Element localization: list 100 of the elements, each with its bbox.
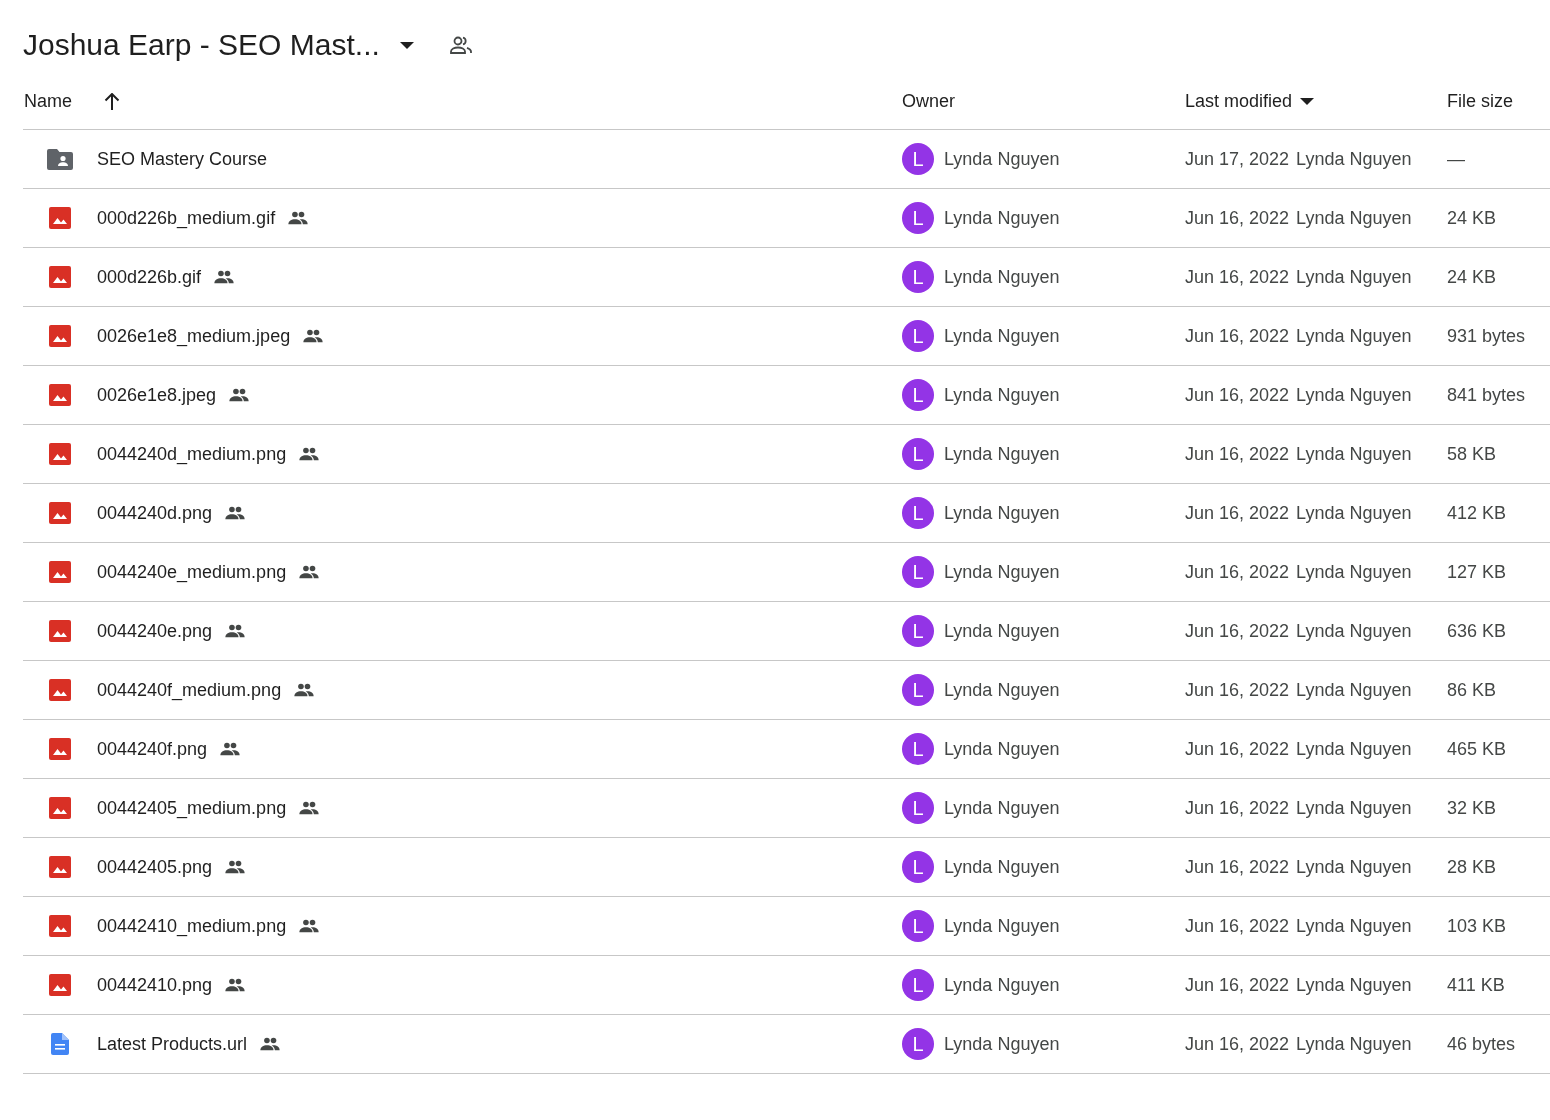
modified-date: Jun 17, 2022 <box>1185 147 1290 171</box>
owner-avatar: L <box>902 792 934 824</box>
owner-name: Lynda Nguyen <box>944 973 1060 997</box>
modified-by: Lynda Nguyen <box>1296 737 1412 761</box>
image-file-icon <box>49 502 71 524</box>
file-size: 841 bytes <box>1447 384 1526 405</box>
modified-date: Jun 16, 2022 <box>1185 265 1290 289</box>
caret-icon[interactable] <box>1300 98 1315 105</box>
modified-by: Lynda Nguyen <box>1296 324 1412 348</box>
file-size: — <box>1447 148 1465 169</box>
modified-date: Jun 16, 2022 <box>1185 1032 1290 1056</box>
image-file-icon <box>49 561 71 583</box>
folder-title: Joshua Earp - SEO Mast... <box>23 30 380 60</box>
column-header[interactable]: Last modified <box>1185 88 1293 115</box>
document-icon <box>51 1033 69 1055</box>
file-name[interactable]: Latest Products.url <box>97 1030 248 1058</box>
file-name[interactable]: 00442405.png <box>97 853 213 881</box>
owner-avatar: L <box>902 320 934 352</box>
file-name[interactable]: 000d226b.gif <box>97 263 202 291</box>
file-name[interactable]: 00442410.png <box>97 971 213 999</box>
modified-by: Lynda Nguyen <box>1296 147 1412 171</box>
file-size: 103 KB <box>1447 915 1507 936</box>
file-name[interactable]: 0026e1e8.jpeg <box>97 381 217 409</box>
modified-date: Jun 16, 2022 <box>1185 383 1290 407</box>
modified-date: Jun 16, 2022 <box>1185 796 1290 820</box>
owner-avatar: L <box>902 969 934 1001</box>
image-file-icon <box>49 443 71 465</box>
column-header[interactable]: Name <box>24 88 72 115</box>
modified-date: Jun 16, 2022 <box>1185 855 1290 879</box>
image-file-icon <box>49 974 71 996</box>
owner-avatar: L <box>902 438 934 470</box>
file-size: 32 KB <box>1447 797 1497 818</box>
modified-by: Lynda Nguyen <box>1296 619 1412 643</box>
owner-avatar: L <box>902 497 934 529</box>
owner-avatar: L <box>902 733 934 765</box>
file-size: 931 bytes <box>1447 325 1526 346</box>
modified-date: Jun 16, 2022 <box>1185 737 1290 761</box>
file-size: 127 KB <box>1447 561 1507 582</box>
file-name[interactable]: SEO Mastery Course <box>97 145 268 173</box>
file-size: 24 KB <box>1447 207 1497 228</box>
modified-date: Jun 16, 2022 <box>1185 442 1290 466</box>
modified-by: Lynda Nguyen <box>1296 265 1412 289</box>
owner-name: Lynda Nguyen <box>944 796 1060 820</box>
modified-by: Lynda Nguyen <box>1296 560 1412 584</box>
image-file-icon <box>49 797 71 819</box>
image-file-icon <box>49 325 71 347</box>
owner-name: Lynda Nguyen <box>944 383 1060 407</box>
image-file-icon <box>49 915 71 937</box>
owner-name: Lynda Nguyen <box>944 1032 1060 1056</box>
owner-avatar: L <box>902 261 934 293</box>
modified-by: Lynda Nguyen <box>1296 383 1412 407</box>
file-name[interactable]: 000d226b_medium.gif <box>97 204 276 232</box>
owner-avatar: L <box>902 379 934 411</box>
modified-date: Jun 16, 2022 <box>1185 324 1290 348</box>
owner-name: Lynda Nguyen <box>944 619 1060 643</box>
file-name[interactable]: 0044240e.png <box>97 617 213 645</box>
column-header[interactable]: File size <box>1447 88 1513 115</box>
file-size: 24 KB <box>1447 266 1497 287</box>
modified-by: Lynda Nguyen <box>1296 855 1412 879</box>
image-file-icon <box>49 679 71 701</box>
owner-name: Lynda Nguyen <box>944 737 1060 761</box>
owner-name: Lynda Nguyen <box>944 560 1060 584</box>
file-name[interactable]: 0044240d.png <box>97 499 213 527</box>
modified-date: Jun 16, 2022 <box>1185 501 1290 525</box>
file-name[interactable]: 0044240f_medium.png <box>97 676 282 704</box>
owner-name: Lynda Nguyen <box>944 324 1060 348</box>
image-file-icon <box>49 856 71 878</box>
owner-avatar: L <box>902 910 934 942</box>
owner-name: Lynda Nguyen <box>944 442 1060 466</box>
file-name[interactable]: 0044240e_medium.png <box>97 558 287 586</box>
owner-avatar: L <box>902 851 934 883</box>
file-name[interactable]: 0044240f.png <box>97 735 208 763</box>
file-size: 412 KB <box>1447 502 1507 523</box>
file-name[interactable]: 00442405_medium.png <box>97 794 287 822</box>
owner-name: Lynda Nguyen <box>944 678 1060 702</box>
modified-by: Lynda Nguyen <box>1296 1032 1412 1056</box>
column-header[interactable]: Owner <box>902 88 955 115</box>
file-name[interactable]: 00442410_medium.png <box>97 912 287 940</box>
modified-date: Jun 16, 2022 <box>1185 619 1290 643</box>
arrow-up-icon[interactable] <box>104 92 120 111</box>
file-size: 46 bytes <box>1447 1033 1516 1054</box>
modified-date: Jun 16, 2022 <box>1185 560 1290 584</box>
owner-avatar: L <box>902 674 934 706</box>
owner-avatar: L <box>902 1028 934 1060</box>
modified-by: Lynda Nguyen <box>1296 501 1412 525</box>
file-name[interactable]: 0044240d_medium.png <box>97 440 287 468</box>
image-file-icon <box>49 207 71 229</box>
owner-avatar: L <box>902 556 934 588</box>
image-file-icon <box>49 384 71 406</box>
owner-name: Lynda Nguyen <box>944 206 1060 230</box>
dropdown-caret-icon[interactable] <box>399 41 414 49</box>
file-size: 28 KB <box>1447 856 1497 877</box>
owner-name: Lynda Nguyen <box>944 501 1060 525</box>
modified-date: Jun 16, 2022 <box>1185 973 1290 997</box>
modified-by: Lynda Nguyen <box>1296 206 1412 230</box>
file-size: 636 KB <box>1447 620 1507 641</box>
file-name[interactable]: 0026e1e8_medium.jpeg <box>97 322 291 350</box>
file-size: 411 KB <box>1447 974 1505 995</box>
people-outline-icon[interactable] <box>449 36 472 54</box>
modified-date: Jun 16, 2022 <box>1185 206 1290 230</box>
